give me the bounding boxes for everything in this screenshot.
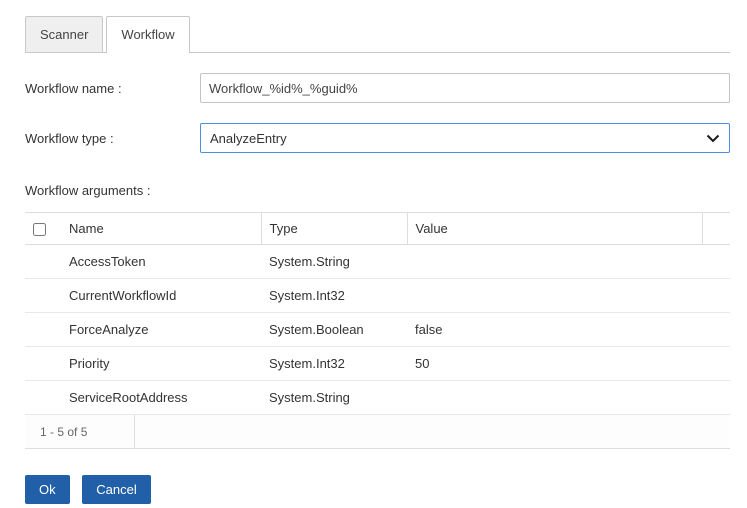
table-row[interactable]: CurrentWorkflowIdSystem.Int32 (25, 279, 730, 313)
arguments-table-body: AccessTokenSystem.StringCurrentWorkflowI… (25, 245, 730, 415)
cell-name: Priority (61, 347, 261, 381)
workflow-name-row: Workflow name : (25, 73, 730, 103)
tab-workflow[interactable]: Workflow (106, 16, 189, 53)
cancel-button[interactable]: Cancel (82, 475, 150, 504)
cell-type: System.Int32 (261, 347, 407, 381)
tab-scanner[interactable]: Scanner (25, 16, 103, 52)
row-filler (702, 313, 730, 347)
cell-value: 50 (407, 347, 702, 381)
row-filler (702, 347, 730, 381)
cell-name: CurrentWorkflowId (61, 279, 261, 313)
dialog-actions: Ok Cancel (25, 475, 730, 504)
cell-value (407, 381, 702, 415)
row-spacer (25, 279, 61, 313)
row-spacer (25, 245, 61, 279)
arguments-table: Name Type Value AccessTokenSystem.String… (25, 212, 730, 415)
select-all-checkbox[interactable] (33, 223, 46, 236)
cell-name: AccessToken (61, 245, 261, 279)
header-filler-cell (702, 213, 730, 245)
workflow-type-label: Workflow type : (25, 131, 200, 146)
table-row[interactable]: ServiceRootAddressSystem.String (25, 381, 730, 415)
row-filler (702, 279, 730, 313)
cell-type: System.String (261, 381, 407, 415)
row-spacer (25, 381, 61, 415)
cell-type: System.Int32 (261, 279, 407, 313)
workflow-name-label: Workflow name : (25, 81, 200, 96)
workflow-arguments-label: Workflow arguments : (25, 183, 730, 198)
table-header-row: Name Type Value (25, 213, 730, 245)
cell-value (407, 245, 702, 279)
row-spacer (25, 313, 61, 347)
column-header-type[interactable]: Type (261, 213, 407, 245)
cell-name: ServiceRootAddress (61, 381, 261, 415)
table-row[interactable]: ForceAnalyzeSystem.Booleanfalse (25, 313, 730, 347)
table-row[interactable]: AccessTokenSystem.String (25, 245, 730, 279)
table-row[interactable]: PrioritySystem.Int3250 (25, 347, 730, 381)
cell-type: System.Boolean (261, 313, 407, 347)
workflow-type-value: AnalyzeEntry (210, 131, 287, 146)
row-spacer (25, 347, 61, 381)
column-header-name[interactable]: Name (61, 213, 261, 245)
tab-strip: Scanner Workflow (25, 16, 730, 53)
cell-value (407, 279, 702, 313)
workflow-type-row: Workflow type : AnalyzeEntry (25, 123, 730, 153)
workflow-name-input[interactable] (200, 73, 730, 103)
pager-info: 1 - 5 of 5 (25, 415, 135, 448)
cell-value: false (407, 313, 702, 347)
row-filler (702, 381, 730, 415)
ok-button[interactable]: Ok (25, 475, 70, 504)
table-pager: 1 - 5 of 5 (25, 415, 730, 449)
row-filler (702, 245, 730, 279)
select-all-header-cell (25, 213, 61, 245)
column-header-value[interactable]: Value (407, 213, 702, 245)
cell-type: System.String (261, 245, 407, 279)
workflow-type-select[interactable]: AnalyzeEntry (200, 123, 730, 153)
cell-name: ForceAnalyze (61, 313, 261, 347)
workflow-dialog: Scanner Workflow Workflow name : Workflo… (0, 0, 747, 504)
chevron-down-icon (706, 134, 720, 143)
